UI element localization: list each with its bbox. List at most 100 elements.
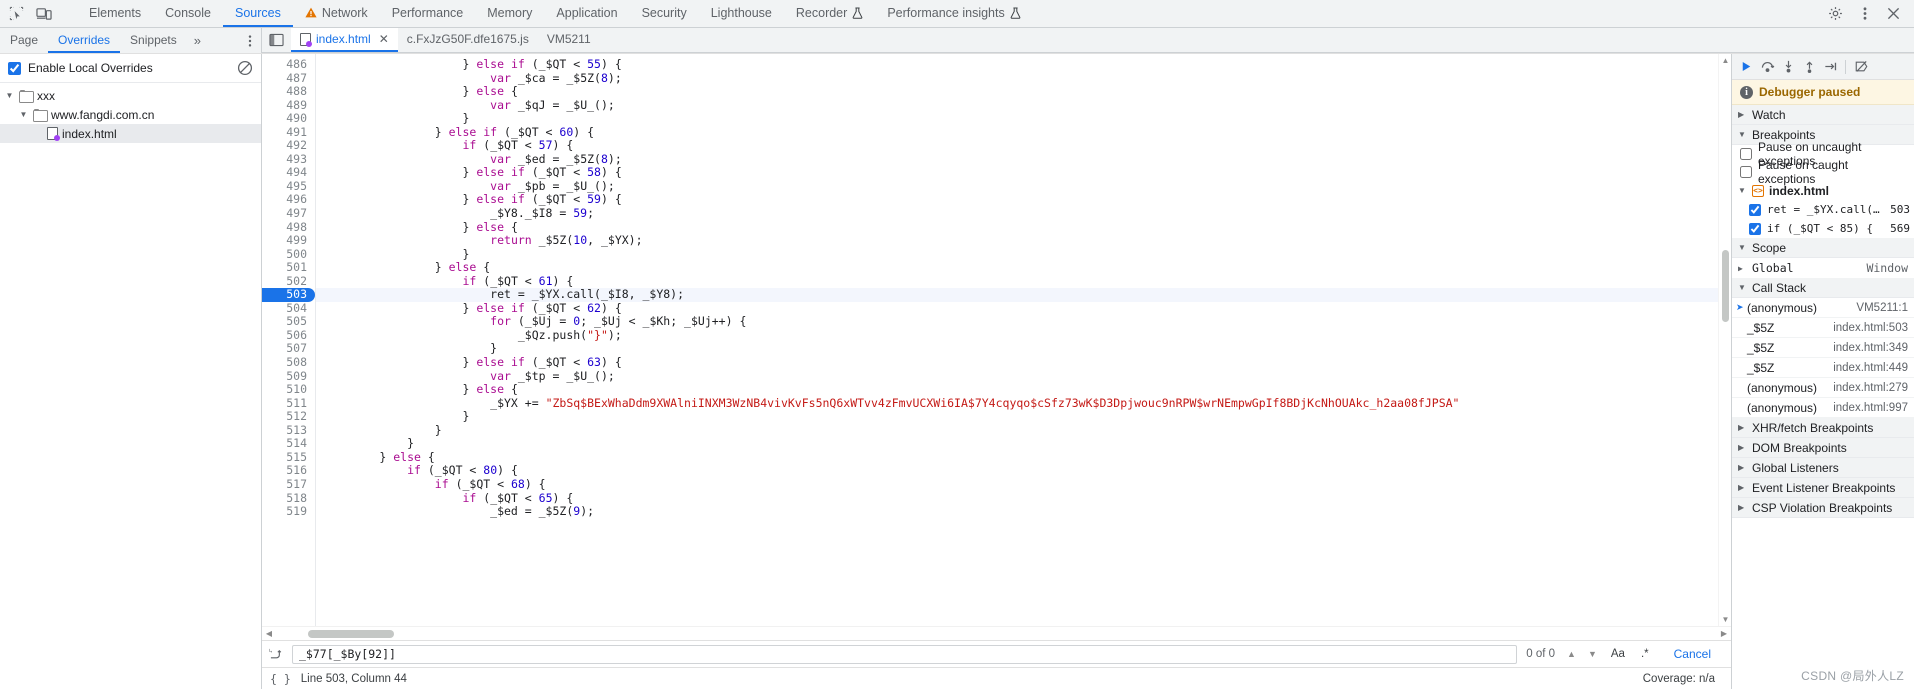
code-line[interactable]: var _$ed = _$5Z(8); bbox=[316, 152, 1718, 167]
editor-vertical-scrollbar[interactable]: ▲ ▼ bbox=[1718, 54, 1731, 626]
device-toolbar-icon[interactable] bbox=[35, 5, 52, 22]
nav-more-tabs-button[interactable]: » bbox=[187, 28, 208, 53]
line-number[interactable]: 508 bbox=[262, 355, 315, 370]
inspect-element-icon[interactable] bbox=[8, 5, 25, 22]
xhr-fetch-breakpoints-header[interactable]: ▶ XHR/fetch Breakpoints bbox=[1732, 418, 1914, 438]
call-stack-frame[interactable]: (anonymous) index.html:997 bbox=[1732, 398, 1914, 418]
tab-sources[interactable]: Sources bbox=[222, 0, 293, 27]
tab-network[interactable]: Network bbox=[293, 0, 380, 27]
navigator-more-options-icon[interactable] bbox=[239, 28, 261, 53]
toggle-navigator-icon[interactable] bbox=[262, 28, 291, 52]
code-line[interactable]: } bbox=[316, 112, 1718, 126]
deactivate-breakpoints-icon[interactable] bbox=[1852, 58, 1870, 76]
code-line[interactable]: var _$ca = _$5Z(8); bbox=[316, 71, 1718, 86]
line-number[interactable]: 500 bbox=[262, 247, 315, 262]
line-number[interactable]: 495 bbox=[262, 179, 315, 194]
replace-toggle-icon[interactable]: ↳ bbox=[268, 647, 286, 662]
code-line[interactable]: } else { bbox=[316, 84, 1718, 99]
line-number[interactable]: 498 bbox=[262, 220, 315, 235]
code-line[interactable]: } else if (_$QT < 62) { bbox=[316, 301, 1718, 316]
line-number[interactable]: 492 bbox=[262, 139, 315, 153]
code-line[interactable]: } else if (_$QT < 58) { bbox=[316, 166, 1718, 180]
step-into-icon[interactable] bbox=[1779, 58, 1797, 76]
watch-section-header[interactable]: ▶ Watch bbox=[1732, 105, 1914, 125]
code-line[interactable]: if (_$QT < 61) { bbox=[316, 274, 1718, 289]
editor-horizontal-scrollbar[interactable]: ◀ ▶ bbox=[262, 626, 1731, 640]
tab-recorder[interactable]: Recorder bbox=[784, 0, 875, 27]
tree-item-xxx[interactable]: ▼ xxx bbox=[0, 86, 261, 105]
global-listeners-header[interactable]: ▶ Global Listeners bbox=[1732, 458, 1914, 478]
expand-caret-icon[interactable]: ▼ bbox=[4, 91, 15, 100]
scroll-left-arrow-icon[interactable]: ◀ bbox=[262, 629, 276, 638]
tree-item-www-fangdi-com-cn[interactable]: ▼ www.fangdi.com.cn bbox=[0, 105, 261, 124]
dom-breakpoints-header[interactable]: ▶ DOM Breakpoints bbox=[1732, 438, 1914, 458]
line-number[interactable]: 506 bbox=[262, 328, 315, 343]
breakpoint-file-group[interactable]: ▼ <> index.html bbox=[1732, 181, 1914, 200]
expand-caret-icon[interactable]: ▼ bbox=[18, 110, 29, 119]
clear-overrides-icon[interactable] bbox=[237, 60, 253, 76]
chevron-down-icon[interactable]: ▼ bbox=[1738, 186, 1747, 195]
line-number-gutter[interactable]: 486 487 488 489 490 491 492 493 494 495 496 497 498 4… bbox=[262, 54, 316, 626]
resume-script-icon[interactable] bbox=[1737, 58, 1755, 76]
code-line[interactable]: var _$qJ = _$U_(); bbox=[316, 98, 1718, 113]
line-number[interactable]: 490 bbox=[262, 112, 315, 126]
line-number[interactable]: 502 bbox=[262, 274, 315, 289]
line-number[interactable]: 517 bbox=[262, 477, 315, 492]
chevron-right-icon[interactable]: ▶ bbox=[1738, 443, 1747, 452]
line-number[interactable]: 494 bbox=[262, 166, 315, 180]
code-line[interactable]: } else if (_$QT < 63) { bbox=[316, 355, 1718, 370]
horizontal-scroll-thumb[interactable] bbox=[308, 629, 394, 638]
tab-lighthouse[interactable]: Lighthouse bbox=[699, 0, 784, 27]
chevron-right-icon[interactable]: ▶ bbox=[1738, 110, 1747, 119]
chevron-down-icon[interactable]: ▼ bbox=[1738, 283, 1747, 292]
line-number[interactable]: 516 bbox=[262, 464, 315, 478]
step-icon[interactable] bbox=[1821, 58, 1839, 76]
chevron-right-icon[interactable]: ▶ bbox=[1738, 264, 1747, 273]
line-number[interactable]: 504 bbox=[262, 301, 315, 316]
tab-security[interactable]: Security bbox=[630, 0, 699, 27]
tab-memory[interactable]: Memory bbox=[475, 0, 544, 27]
code-line[interactable]: var _$tp = _$U_(); bbox=[316, 369, 1718, 384]
chevron-right-icon[interactable]: ▶ bbox=[1738, 503, 1747, 512]
chevron-right-icon[interactable]: ▶ bbox=[1738, 423, 1747, 432]
close-icon[interactable] bbox=[1885, 5, 1902, 22]
line-number[interactable]: 519 bbox=[262, 504, 315, 519]
code-line[interactable]: _$YX += "ZbSq$BExWhaDdm9XWAlniINXM3WzNB4… bbox=[316, 396, 1718, 411]
code-line[interactable]: for (_$Uj = 0; _$Uj < _$Kh; _$Uj++) { bbox=[316, 315, 1718, 329]
call-stack-frame[interactable]: _$5Z index.html:349 bbox=[1732, 338, 1914, 358]
scroll-right-arrow-icon[interactable]: ▶ bbox=[1717, 629, 1731, 638]
line-number[interactable]: 514 bbox=[262, 437, 315, 451]
line-number[interactable]: 499 bbox=[262, 234, 315, 248]
vertical-scroll-thumb[interactable] bbox=[1722, 250, 1729, 322]
code-line[interactable]: } else { bbox=[316, 260, 1718, 275]
code-line[interactable]: } else { bbox=[316, 450, 1718, 465]
horizontal-scroll-track[interactable] bbox=[276, 629, 1717, 639]
enable-local-overrides-row[interactable]: Enable Local Overrides bbox=[0, 54, 261, 83]
code-line[interactable]: } bbox=[316, 410, 1718, 424]
scroll-down-arrow-icon[interactable]: ▼ bbox=[1719, 615, 1731, 624]
close-tab-icon[interactable]: ✕ bbox=[379, 32, 389, 46]
breakpoint-item[interactable]: if (_$QT < 85) { 569 bbox=[1732, 219, 1914, 238]
line-number[interactable]: 507 bbox=[262, 342, 315, 356]
line-number[interactable]: 488 bbox=[262, 85, 315, 99]
line-number[interactable]: 501 bbox=[262, 261, 315, 275]
event-listener-breakpoints-header[interactable]: ▶ Event Listener Breakpoints bbox=[1732, 478, 1914, 498]
code-line[interactable]: } bbox=[316, 342, 1718, 356]
search-cancel-button[interactable]: Cancel bbox=[1660, 647, 1725, 661]
line-number[interactable]: 515 bbox=[262, 450, 315, 465]
line-number[interactable]: 513 bbox=[262, 423, 315, 438]
search-next-icon[interactable]: ▼ bbox=[1585, 649, 1600, 659]
enable-overrides-checkbox[interactable] bbox=[8, 61, 21, 75]
tab-console[interactable]: Console bbox=[153, 0, 223, 27]
code-line[interactable]: } bbox=[316, 423, 1718, 438]
gear-icon[interactable] bbox=[1827, 5, 1844, 22]
editor-tab-vm[interactable]: VM5211 bbox=[537, 28, 600, 52]
code-line[interactable]: if (_$QT < 57) { bbox=[316, 139, 1718, 153]
code-line[interactable]: } bbox=[316, 437, 1718, 451]
code-line[interactable]: _$Y8._$I8 = 59; bbox=[316, 206, 1718, 221]
call-stack-frame[interactable]: _$5Z index.html:503 bbox=[1732, 318, 1914, 338]
line-number-breakpoint[interactable]: 503 bbox=[262, 288, 315, 302]
match-case-button[interactable]: Aa bbox=[1606, 648, 1630, 660]
code-line[interactable]: } else if (_$QT < 55) { bbox=[316, 57, 1718, 72]
step-over-icon[interactable] bbox=[1758, 58, 1776, 76]
